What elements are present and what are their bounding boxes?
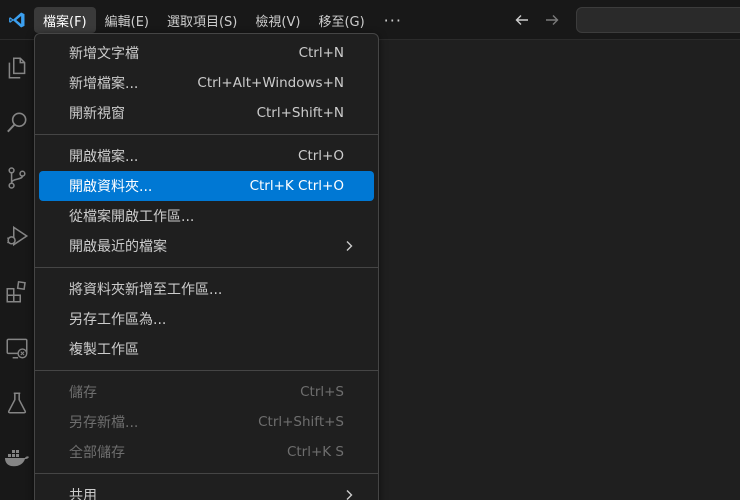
menu-item-label: 另存新檔... xyxy=(69,415,139,431)
menu-item-label: 儲存 xyxy=(69,385,97,401)
run-debug-icon[interactable] xyxy=(0,212,34,260)
menu-item-label: 共用 xyxy=(69,488,97,500)
menu-item-new-window[interactable]: 開新視窗 Ctrl+Shift+N xyxy=(39,98,374,128)
menu-separator xyxy=(35,134,378,135)
menu-item-label: 複製工作區 xyxy=(69,342,139,358)
menu-separator xyxy=(35,473,378,474)
menu-item-open-recent[interactable]: 開啟最近的檔案 xyxy=(39,231,374,261)
menu-item-save-all[interactable]: 全部儲存 Ctrl+K S xyxy=(39,437,374,467)
menu-view[interactable]: 檢視(V) xyxy=(246,7,309,33)
testing-icon[interactable] xyxy=(0,379,34,427)
menu-selection[interactable]: 選取項目(S) xyxy=(158,7,246,33)
remote-explorer-icon[interactable] xyxy=(0,324,34,372)
activity-bar xyxy=(0,40,34,500)
menu-edit[interactable]: 編輯(E) xyxy=(96,7,158,33)
menu-item-shortcut: Ctrl+S xyxy=(300,384,344,400)
menu-item-save-as[interactable]: 另存新檔... Ctrl+Shift+S xyxy=(39,407,374,437)
menu-bar: 檔案(F) 編輯(E) 選取項目(S) 檢視(V) 移至(G) ··· xyxy=(34,6,412,34)
menu-item-open-file[interactable]: 開啟檔案... Ctrl+O xyxy=(39,141,374,171)
menu-item-label: 將資料夾新增至工作區... xyxy=(69,282,223,298)
menu-item-shortcut: Ctrl+K S xyxy=(286,444,344,460)
menu-separator xyxy=(35,370,378,371)
menu-item-shortcut: Ctrl+N xyxy=(298,45,344,61)
menu-item-shortcut: Ctrl+Shift+N xyxy=(256,105,344,121)
menu-item-label: 新增文字檔 xyxy=(69,46,139,62)
explorer-icon[interactable] xyxy=(0,44,34,92)
menu-go[interactable]: 移至(G) xyxy=(309,7,373,33)
menu-item-save-workspace-as[interactable]: 另存工作區為... xyxy=(39,304,374,334)
menu-item-add-folder-to-workspace[interactable]: 將資料夾新增至工作區... xyxy=(39,274,374,304)
menu-item-new-file[interactable]: 新增檔案... Ctrl+Alt+Windows+N xyxy=(39,68,374,98)
chevron-right-icon xyxy=(344,489,354,500)
docker-icon[interactable] xyxy=(0,434,34,482)
extensions-icon[interactable] xyxy=(0,268,34,316)
menu-separator xyxy=(35,267,378,268)
menu-more-button[interactable]: ··· xyxy=(374,7,412,33)
menu-item-shortcut: Ctrl+K Ctrl+O xyxy=(249,178,344,194)
chevron-right-icon xyxy=(344,240,354,256)
menu-item-share[interactable]: 共用 xyxy=(39,480,374,500)
menu-item-new-text-file[interactable]: 新增文字檔 Ctrl+N xyxy=(39,38,374,68)
menu-item-label: 開啟檔案... xyxy=(69,149,139,165)
menu-item-label: 另存工作區為... xyxy=(69,312,167,328)
arrow-left-icon[interactable] xyxy=(510,8,534,32)
menu-item-save[interactable]: 儲存 Ctrl+S xyxy=(39,377,374,407)
menu-item-open-folder[interactable]: 開啟資料夾... Ctrl+K Ctrl+O xyxy=(39,171,374,201)
command-center-search[interactable] xyxy=(576,7,740,33)
menu-item-shortcut: Ctrl+O xyxy=(298,148,344,164)
menu-item-duplicate-workspace[interactable]: 複製工作區 xyxy=(39,334,374,364)
menu-item-label: 開啟資料夾... xyxy=(69,179,153,195)
menu-item-shortcut: Ctrl+Shift+S xyxy=(258,414,344,430)
search-icon[interactable] xyxy=(0,99,34,147)
source-control-icon[interactable] xyxy=(0,154,34,202)
menu-item-label: 新增檔案... xyxy=(69,76,139,92)
menu-item-label: 開新視窗 xyxy=(69,106,125,122)
file-menu-dropdown: 新增文字檔 Ctrl+N 新增檔案... Ctrl+Alt+Windows+N … xyxy=(34,33,379,500)
menu-item-label: 從檔案開啟工作區... xyxy=(69,209,195,225)
menu-item-shortcut: Ctrl+Alt+Windows+N xyxy=(197,75,344,91)
vscode-logo-icon xyxy=(0,0,34,40)
menu-item-label: 全部儲存 xyxy=(69,445,125,461)
arrow-right-icon[interactable] xyxy=(540,8,564,32)
menu-file[interactable]: 檔案(F) xyxy=(34,7,96,33)
menu-item-label: 開啟最近的檔案 xyxy=(69,239,167,255)
menu-item-open-workspace-from-file[interactable]: 從檔案開啟工作區... xyxy=(39,201,374,231)
